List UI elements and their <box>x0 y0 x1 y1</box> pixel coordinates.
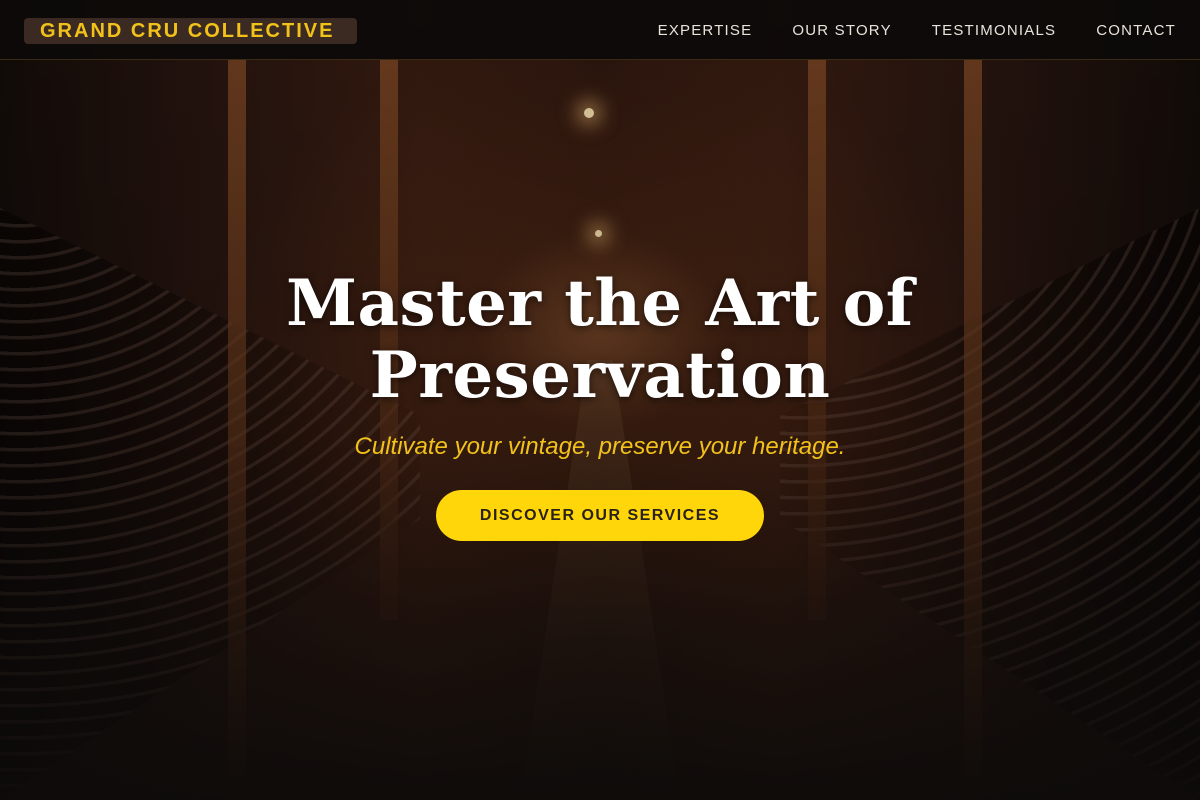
nav-link-contact[interactable]: CONTACT <box>1096 22 1176 39</box>
hero-section: Master the Art of Preservation Cultivate… <box>0 268 1200 541</box>
hero-title: Master the Art of Preservation <box>0 268 1200 412</box>
hero-title-line-1: Master the Art of <box>286 266 914 341</box>
landing-page: GRAND CRU COLLECTIVE EXPERTISE OUR STORY… <box>0 0 1200 800</box>
discover-services-button[interactable]: DISCOVER OUR SERVICES <box>436 490 764 541</box>
main-nav: EXPERTISE OUR STORY TESTIMONIALS CONTACT <box>658 0 1176 60</box>
brand-logo[interactable]: GRAND CRU COLLECTIVE <box>24 18 357 44</box>
hero-subtitle: Cultivate your vintage, preserve your he… <box>354 433 846 460</box>
hero-title-line-2: Preservation <box>369 338 831 413</box>
nav-link-expertise[interactable]: EXPERTISE <box>658 22 753 39</box>
site-header: GRAND CRU COLLECTIVE EXPERTISE OUR STORY… <box>0 0 1200 60</box>
nav-link-testimonials[interactable]: TESTIMONIALS <box>932 22 1056 39</box>
nav-link-our-story[interactable]: OUR STORY <box>792 22 891 39</box>
